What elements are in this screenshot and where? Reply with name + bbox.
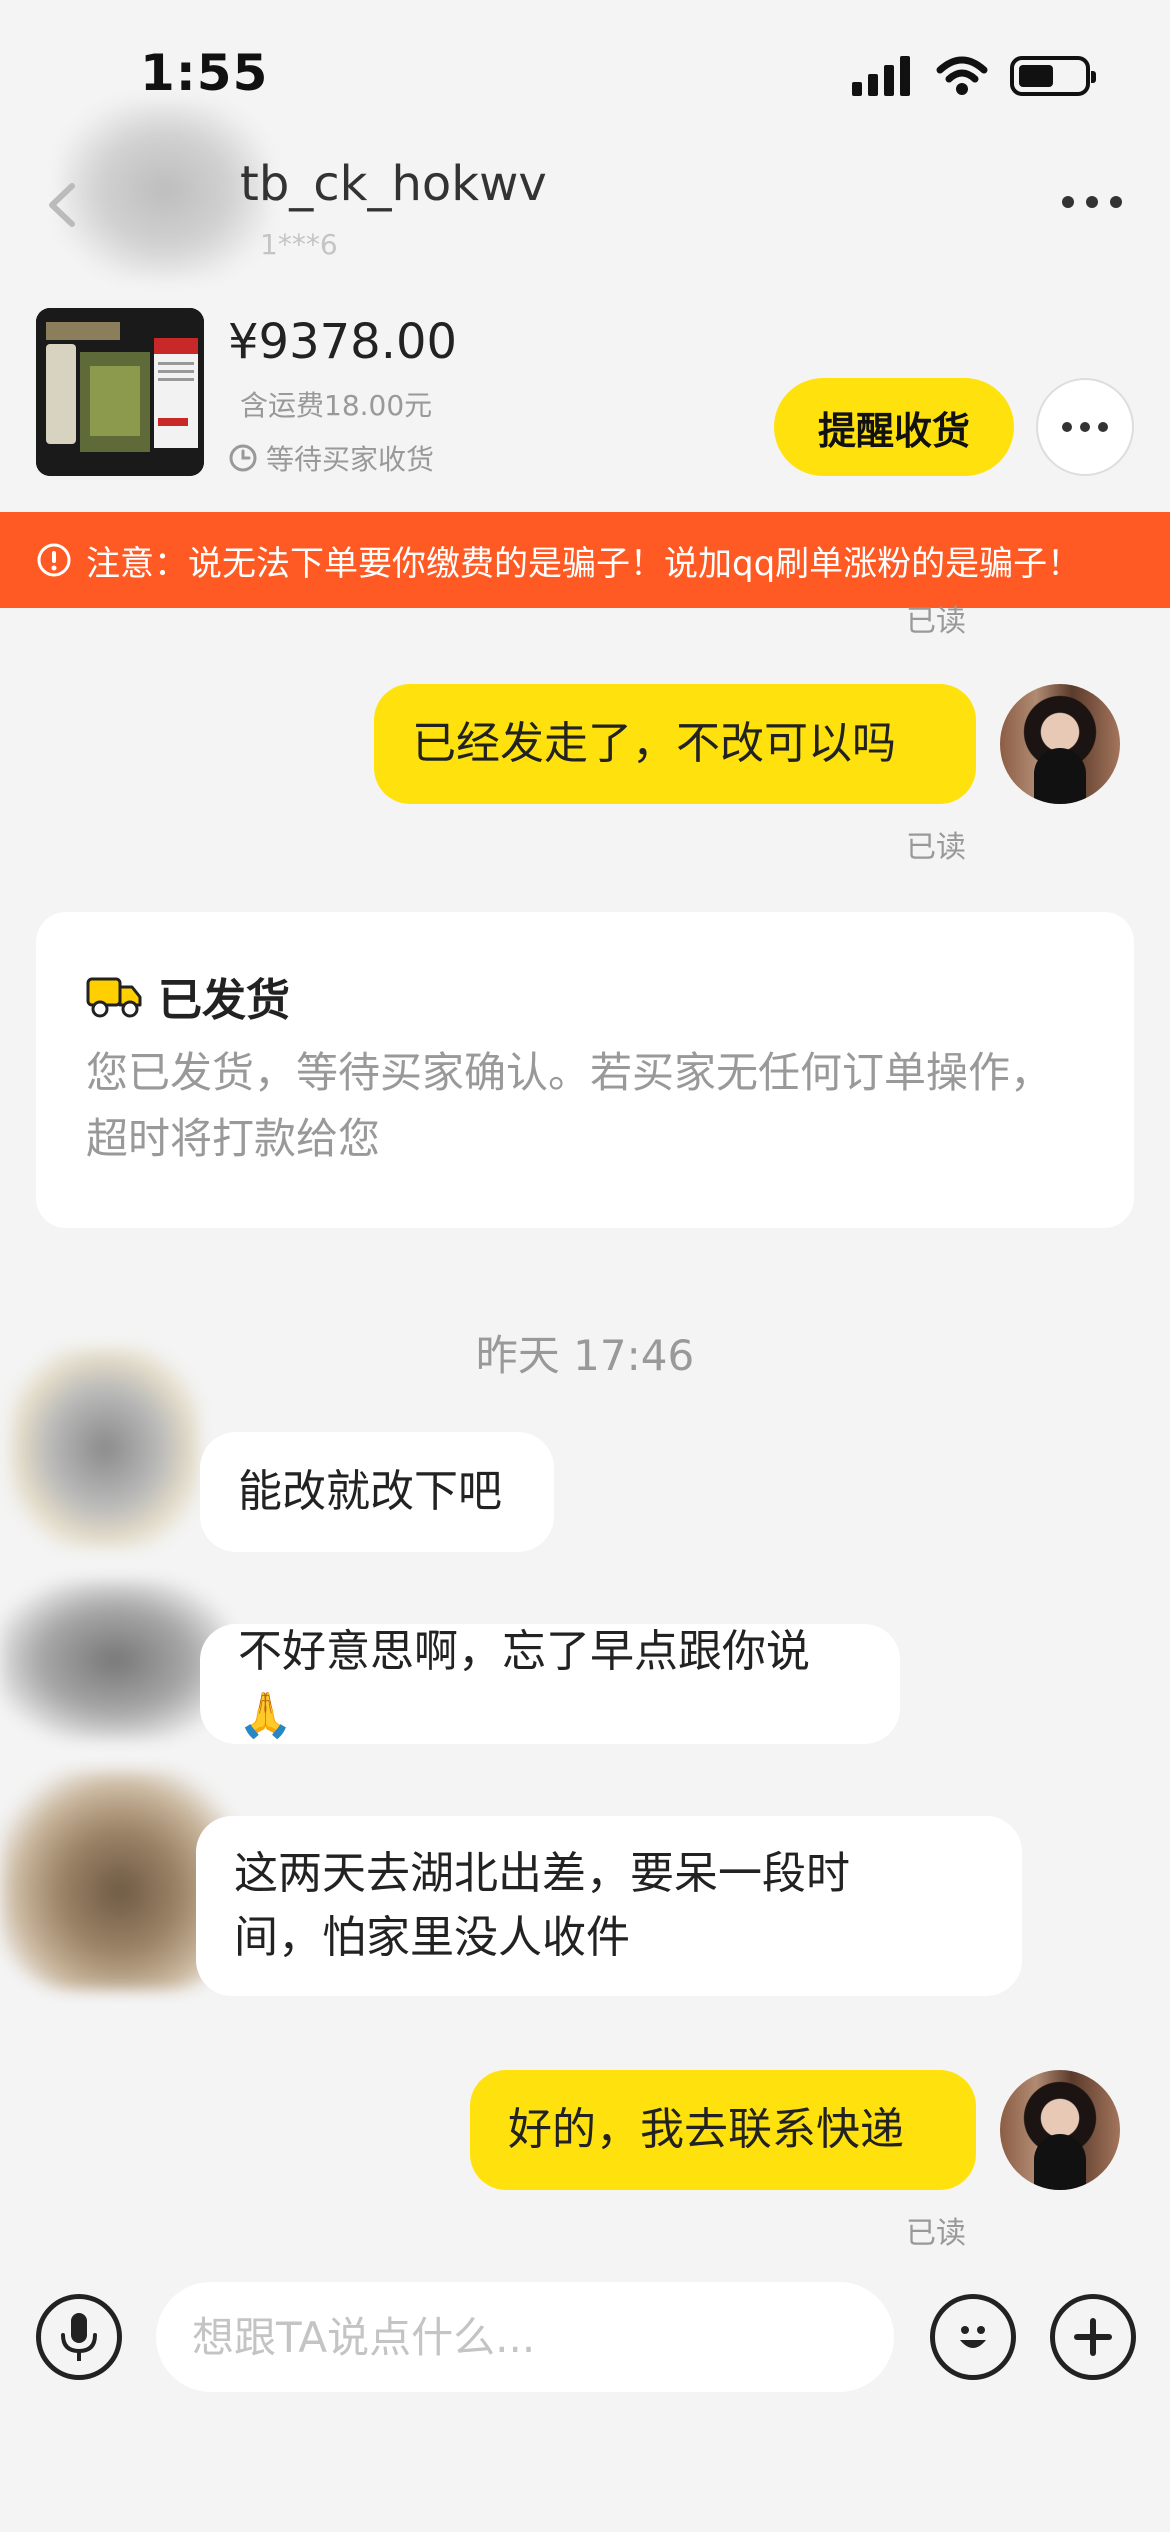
- clock-icon: [229, 444, 257, 472]
- product-price: ¥9378.00: [228, 314, 458, 370]
- read-status: 已读: [906, 604, 966, 639]
- contact-avatar[interactable]: [0, 1580, 230, 1740]
- smiley-icon: [960, 2326, 986, 2348]
- alert-icon: [37, 543, 71, 577]
- signal-icon: [852, 56, 910, 96]
- my-message-bubble[interactable]: 好的，我去联系快递: [470, 2070, 976, 2190]
- product-more-button[interactable]: [1036, 378, 1134, 476]
- back-icon[interactable]: [40, 180, 90, 230]
- contact-message-bubble[interactable]: 这两天去湖北出差，要呆一段时间，怕家里没人收件: [196, 1816, 1022, 1996]
- contact-name: tb_ck_hokwv: [240, 156, 547, 212]
- contact-avatar[interactable]: [60, 100, 270, 280]
- shipped-card-title: 已发货: [86, 964, 290, 1028]
- my-avatar[interactable]: [1000, 684, 1120, 804]
- order-status: 等待买家收货: [228, 438, 434, 478]
- truck-icon: [86, 977, 142, 1018]
- fraud-warning-banner: 注意：说无法下单要你缴费的是骗子！说加qq刷单涨粉的是骗子！: [0, 512, 1170, 608]
- more-options-icon[interactable]: [1062, 196, 1122, 208]
- remind-receipt-button[interactable]: 提醒收货: [774, 378, 1014, 476]
- shipping-fee: 含运费18.00元: [240, 389, 433, 422]
- read-status: 已读: [906, 830, 966, 865]
- wifi-icon: [936, 56, 988, 95]
- my-avatar[interactable]: [1000, 2070, 1120, 2190]
- plus-icon: [1074, 2318, 1112, 2356]
- my-message-bubble[interactable]: 已经发走了，不改可以吗: [374, 684, 976, 804]
- shipped-card-body: 您已发货，等待买家确认。若买家无任何订单操作，超时将打款给您: [86, 1048, 1053, 1163]
- message-input[interactable]: [156, 2282, 894, 2392]
- contact-id: 1***6: [260, 228, 338, 261]
- product-thumbnail[interactable]: [36, 308, 204, 476]
- battery-icon: [1010, 56, 1096, 96]
- status-icons: [852, 56, 1096, 96]
- contact-message-bubble[interactable]: 不好意思啊，忘了早点跟你说🙏: [200, 1624, 900, 1744]
- shipped-title-text: 已发货: [158, 975, 290, 1026]
- read-status: 已读: [906, 2216, 966, 2251]
- contact-message-bubble[interactable]: 能改就改下吧: [200, 1432, 554, 1552]
- emoji-button[interactable]: [930, 2294, 1016, 2380]
- microphone-icon: [61, 2313, 97, 2361]
- warning-text: 注意：说无法下单要你缴费的是骗子！说加qq刷单涨粉的是骗子！: [86, 543, 1082, 584]
- zippo-box-image: [36, 308, 204, 476]
- status-time: 1:55: [140, 44, 269, 102]
- contact-avatar[interactable]: [10, 1348, 200, 1548]
- more-actions-button[interactable]: [1050, 2294, 1136, 2380]
- voice-input-button[interactable]: [36, 2294, 122, 2380]
- order-status-label: 等待买家收货: [266, 443, 435, 476]
